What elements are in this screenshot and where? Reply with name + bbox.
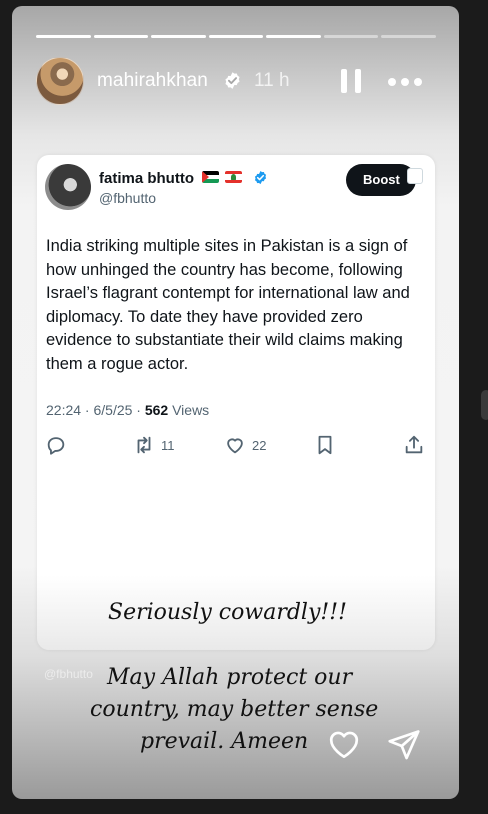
- repost-button[interactable]: 11: [133, 433, 175, 457]
- progress-segment: [381, 35, 437, 38]
- story-progress-bar: [36, 35, 437, 38]
- story-caption-line-4: prevail. Ameen: [140, 729, 309, 754]
- progress-segment: [93, 35, 149, 38]
- tweet-author-handle[interactable]: @fbhutto: [99, 190, 156, 206]
- story-time: 11 h: [254, 70, 290, 91]
- tweet-views-label: Views: [168, 402, 210, 418]
- watermark: @fbhutto: [44, 667, 93, 681]
- story-caption-line-3: country, may better sense: [90, 697, 379, 722]
- story-caption-line-2: May Allah protect our: [107, 665, 353, 690]
- tweet-meta: 22:24 · 6/5/25 · 562 Views: [46, 402, 209, 418]
- share-button[interactable]: [403, 433, 425, 457]
- more-options-button[interactable]: [388, 78, 422, 86]
- tweet-views-count: 562: [144, 402, 169, 418]
- like-icon: [227, 438, 243, 454]
- progress-segment: [208, 35, 264, 38]
- progress-segment: [36, 35, 91, 38]
- like-count: 22: [252, 437, 267, 453]
- progress-segment: [151, 35, 206, 38]
- reply-button[interactable]: [45, 433, 67, 457]
- repost-icon: [137, 436, 151, 454]
- avatar[interactable]: [36, 57, 84, 105]
- story-header: mahirahkhan 11 h: [36, 56, 436, 106]
- repost-count: 11: [161, 437, 175, 453]
- lebanon-flag-icon: [225, 171, 242, 183]
- boost-tab-icon: [407, 168, 423, 184]
- send-icon[interactable]: [385, 727, 423, 763]
- tweet-actions: 11 22: [37, 433, 435, 461]
- progress-segment: [323, 35, 379, 38]
- tweet-card[interactable]: fatima bhutto @fbhutto Boost India strik…: [37, 155, 435, 650]
- username[interactable]: mahirahkhan: [97, 70, 208, 92]
- pause-icon: [341, 69, 347, 93]
- tweet-timestamp: 22:24 · 6/5/25 ·: [46, 402, 145, 418]
- bookmark-icon: [318, 435, 332, 455]
- bookmark-button[interactable]: [314, 433, 336, 457]
- verified-badge-icon: [225, 72, 240, 89]
- progress-segment: [266, 35, 321, 38]
- heart-icon[interactable]: [325, 726, 363, 762]
- reply-icon: [47, 437, 65, 455]
- like-button[interactable]: 22: [224, 433, 266, 457]
- story-viewer[interactable]: mahirahkhan 11 h fatima bhutto @fbhutto …: [12, 6, 459, 799]
- palestine-flag-icon: [202, 171, 219, 183]
- story-caption-line-1: Seriously cowardly!!!: [108, 600, 347, 625]
- author-flags: [202, 171, 242, 183]
- pause-button[interactable]: [341, 69, 363, 93]
- more-icon: [388, 78, 396, 86]
- tweet-avatar[interactable]: [45, 164, 91, 210]
- share-icon: [405, 435, 423, 454]
- boost-button[interactable]: Boost: [346, 164, 416, 196]
- tweet-author-name[interactable]: fatima bhutto: [99, 170, 194, 187]
- tweet-text: India striking multiple sites in Pakista…: [46, 237, 410, 373]
- tweet-verified-icon: [254, 170, 267, 185]
- side-scroll-indicator: [481, 390, 488, 420]
